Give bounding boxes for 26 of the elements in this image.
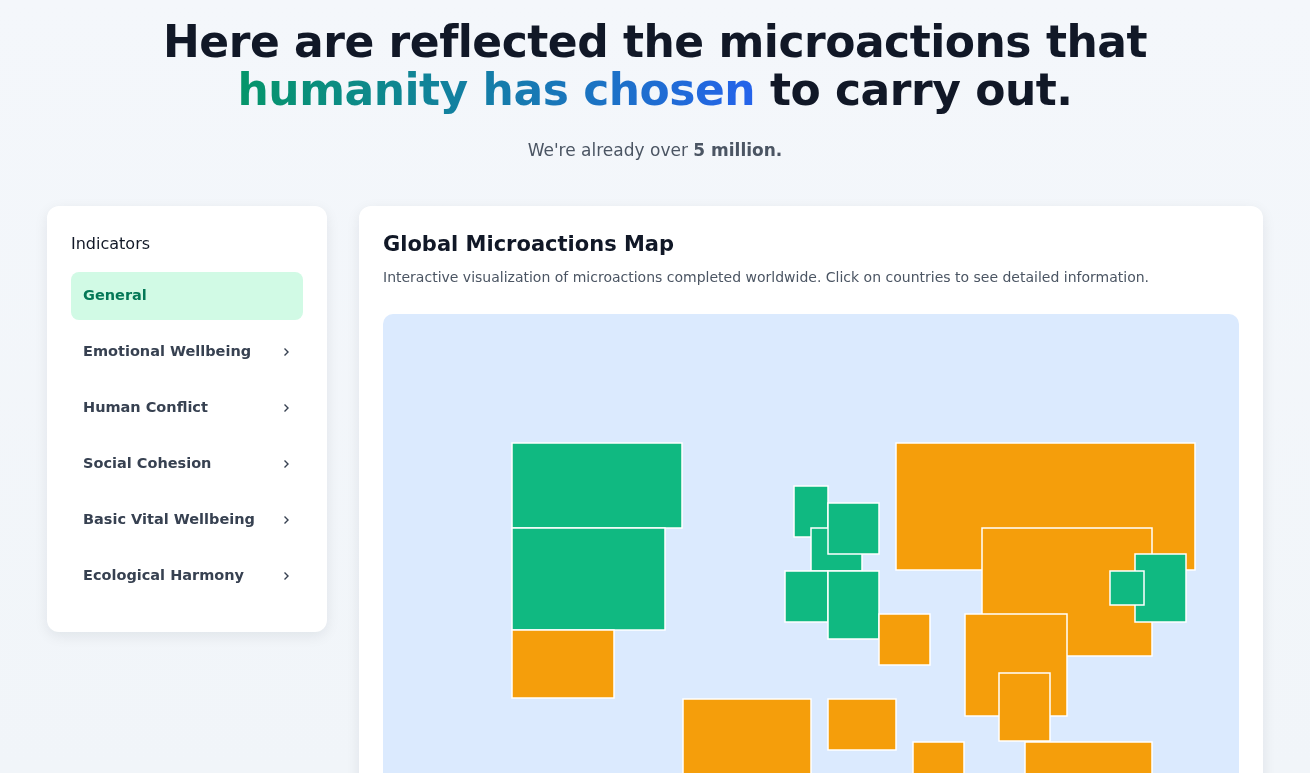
- indicator-item[interactable]: General: [71, 271, 303, 320]
- indicator-item[interactable]: Emotional Wellbeing: [71, 327, 303, 376]
- country-shape[interactable]: [827, 501, 880, 555]
- country-shape[interactable]: [511, 526, 666, 631]
- indicator-item[interactable]: Human Conflict: [71, 383, 303, 432]
- indicator-item[interactable]: Social Cohesion: [71, 439, 303, 488]
- country-shape[interactable]: [878, 612, 931, 666]
- indicator-item[interactable]: Basic Vital Wellbeing: [71, 495, 303, 544]
- page-heading: Here are reflected the microactions that humanity has chosen to carry out.: [162, 18, 1148, 114]
- indicator-item[interactable]: Ecological Harmony: [71, 551, 303, 600]
- country-shape[interactable]: [511, 441, 683, 529]
- country-shape[interactable]: [511, 628, 615, 699]
- country-shape[interactable]: [1024, 740, 1153, 773]
- country-shape[interactable]: [912, 740, 965, 773]
- country-shape[interactable]: [1134, 552, 1187, 623]
- country-shape[interactable]: [827, 697, 897, 751]
- country-shape[interactable]: [784, 569, 829, 623]
- country-shape[interactable]: [682, 697, 812, 773]
- sidebar-title: Indicators: [71, 232, 152, 255]
- country-shape[interactable]: [1109, 569, 1145, 606]
- country-shape[interactable]: [827, 569, 880, 640]
- map-description: Interactive visualization of microactions completed worldwide. Click on countries to see detailed information.: [383, 267, 1151, 287]
- country-shape[interactable]: [998, 671, 1051, 742]
- subtitle: We're already over 5 million.: [526, 139, 784, 162]
- country-shape[interactable]: [793, 484, 829, 538]
- map-title: Global Microactions Map: [383, 231, 676, 257]
